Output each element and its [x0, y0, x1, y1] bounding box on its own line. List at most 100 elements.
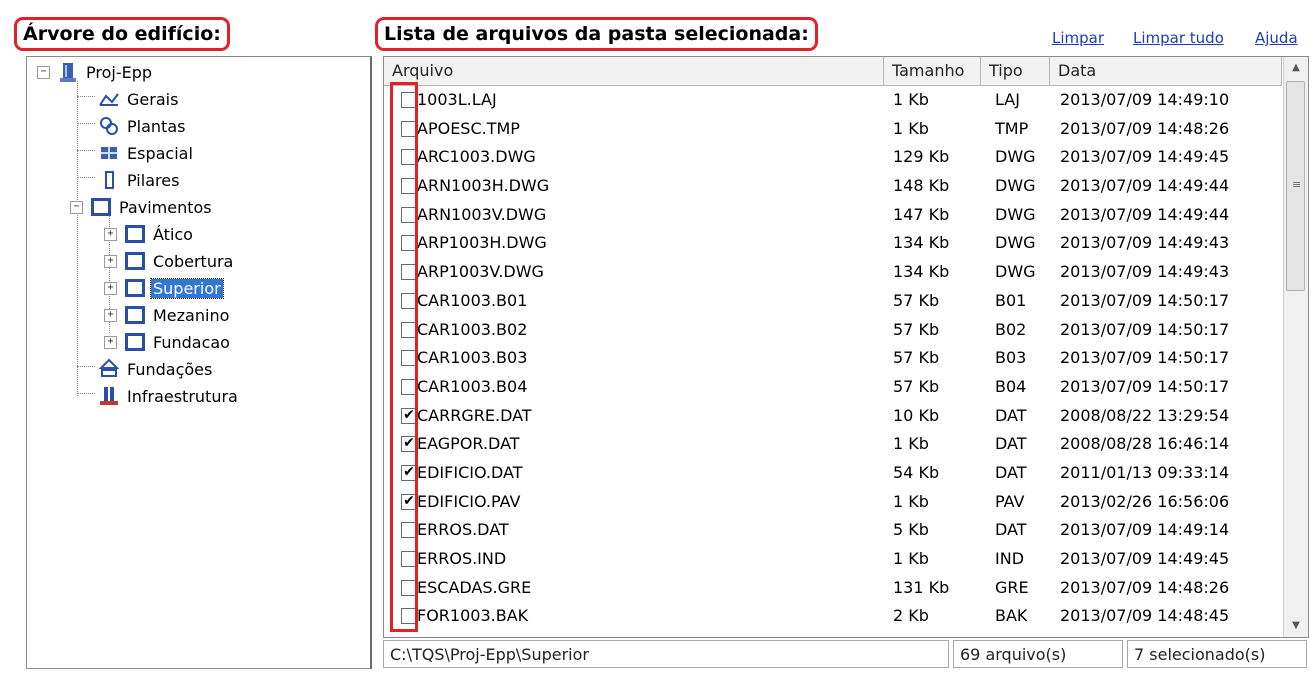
file-checkbox[interactable] — [401, 149, 417, 166]
file-list-title: Lista de arquivos da pasta selecionada: — [375, 17, 818, 51]
vertical-scrollbar[interactable]: ▲ ≡ ▼ — [1283, 57, 1308, 637]
file-checkbox[interactable] — [401, 378, 417, 395]
file-checkbox[interactable]: ✔ — [401, 436, 417, 453]
file-checkbox[interactable] — [401, 551, 417, 567]
file-checkbox[interactable]: ✔ — [401, 464, 417, 481]
tree-node-fundacao[interactable]: + Fundacao — [104, 329, 232, 355]
file-type: DWG — [995, 204, 1036, 224]
file-date: 2008/08/28 16:46:14 — [1060, 434, 1230, 454]
file-date: 2008/08/22 13:29:54 — [1060, 405, 1230, 425]
column-header-tipo[interactable]: Tipo — [981, 57, 1050, 85]
file-row[interactable]: ARP1003V.DWG 134 Kb DWG 2013/07/09 14:49:43 — [384, 258, 1282, 287]
tree-line — [77, 177, 95, 178]
column-header-arquivo[interactable]: Arquivo — [384, 57, 884, 85]
file-row[interactable]: CAR1003.B02 57 Kb B02 2013/07/09 14:50:17 — [384, 316, 1282, 345]
file-row[interactable]: 1003L.LAJ 1 Kb LAJ 2013/07/09 14:49:10 — [384, 86, 1282, 115]
file-size: 1 Kb — [893, 118, 929, 138]
file-row[interactable]: CAR1003.B04 57 Kb B04 2013/07/09 14:50:17 — [384, 373, 1282, 402]
file-checkbox[interactable] — [401, 608, 417, 625]
file-checkbox[interactable] — [401, 178, 417, 195]
collapse-toggle[interactable]: − — [70, 200, 83, 214]
file-row[interactable]: APOESC.TMP 1 Kb TMP 2013/07/09 14:48:26 — [384, 115, 1282, 144]
tree-node-fundacoes[interactable]: Fundações — [97, 356, 214, 382]
file-checkbox[interactable] — [401, 579, 417, 596]
column-header-data[interactable]: Data — [1050, 57, 1282, 85]
file-row[interactable]: ✔ EAGPOR.DAT 1 Kb DAT 2008/08/28 16:46:14 — [384, 430, 1282, 459]
file-checkbox[interactable] — [401, 264, 417, 281]
file-checkbox[interactable]: ✔ — [401, 493, 417, 510]
file-row[interactable]: ✔ EDIFICIO.DAT 54 Kb DAT 2011/01/13 09:33:14 — [384, 459, 1282, 488]
file-checkbox[interactable] — [401, 321, 417, 338]
file-checkbox[interactable] — [401, 350, 417, 367]
file-name: CARRGRE.DAT — [417, 405, 532, 425]
scrollbar-thumb[interactable]: ≡ — [1286, 81, 1305, 291]
floor-icon — [123, 250, 147, 272]
expand-toggle[interactable]: + — [104, 308, 117, 322]
tree-node-cobertura[interactable]: + Cobertura — [104, 248, 235, 274]
file-row[interactable]: ARC1003.DWG 129 Kb DWG 2013/07/09 14:49:45 — [384, 143, 1282, 172]
file-type: DWG — [995, 176, 1036, 196]
file-size: 2 Kb — [893, 606, 929, 626]
file-type: IND — [995, 549, 1025, 568]
tree-panel-title: Árvore do edifício: — [14, 17, 230, 51]
expand-toggle[interactable]: + — [104, 335, 117, 349]
file-row[interactable]: CAR1003.B01 57 Kb B01 2013/07/09 14:50:17 — [384, 287, 1282, 316]
file-row[interactable]: ✔ CARRGRE.DAT 10 Kb DAT 2008/08/22 13:29:54 — [384, 402, 1282, 431]
tree-node-mezanino[interactable]: + Mezanino — [104, 302, 231, 328]
tree-node-superior[interactable]: + Superior — [104, 275, 224, 301]
clear-link[interactable]: Limpar — [1052, 29, 1104, 47]
status-selected-count: 7 selecionado(s) — [1127, 640, 1307, 668]
tree-node-pilares[interactable]: Pilares — [97, 167, 181, 193]
file-row[interactable]: ARP1003H.DWG 134 Kb DWG 2013/07/09 14:49:43 — [384, 229, 1282, 258]
help-link[interactable]: Ajuda — [1255, 29, 1298, 47]
file-row[interactable]: ERROS.IND 1 Kb IND 2013/07/09 14:49:45 — [384, 545, 1282, 574]
file-size: 134 Kb — [893, 233, 950, 253]
tree-label: Mezanino — [153, 305, 230, 325]
floor-icon — [123, 223, 147, 245]
scroll-up-arrow-icon[interactable]: ▲ — [1284, 57, 1308, 79]
tree-node-pavimentos[interactable]: − Pavimentos — [70, 194, 214, 220]
clear-all-link[interactable]: Limpar tudo — [1133, 29, 1224, 47]
tree-label: Pavimentos — [119, 197, 212, 217]
expand-toggle[interactable]: + — [104, 227, 117, 241]
column-header-tamanho[interactable]: Tamanho — [884, 57, 981, 85]
tree-node-root[interactable]: − Proj-Epp — [37, 59, 154, 85]
file-row[interactable]: ESCADAS.GRE 131 Kb GRE 2013/07/09 14:48:26 — [384, 574, 1282, 603]
collapse-toggle[interactable]: − — [37, 65, 50, 79]
expand-toggle[interactable]: + — [104, 254, 117, 268]
file-checkbox[interactable]: ✔ — [401, 407, 417, 424]
building-icon — [56, 61, 80, 83]
file-checkbox[interactable] — [401, 92, 417, 108]
file-list-header: Arquivo Tamanho Tipo Data — [384, 57, 1282, 86]
scroll-down-arrow-icon[interactable]: ▼ — [1284, 615, 1308, 637]
expand-toggle[interactable]: + — [104, 281, 117, 295]
tree-node-infraestrutura[interactable]: Infraestrutura — [97, 383, 240, 409]
tree-line — [77, 123, 95, 124]
file-type: DWG — [995, 147, 1036, 167]
file-checkbox[interactable] — [401, 206, 417, 223]
tree-node-plantas[interactable]: Plantas — [97, 113, 187, 139]
file-name: ARC1003.DWG — [417, 147, 536, 167]
file-row[interactable]: ✔ EDIFICIO.PAV 1 Kb PAV 2013/02/26 16:56:06 — [384, 488, 1282, 517]
file-row[interactable]: ARN1003V.DWG 147 Kb DWG 2013/07/09 14:49:44 — [384, 201, 1282, 230]
building-tree[interactable]: − Proj-Epp Gerais Plantas Espacial Pilar… — [26, 56, 372, 669]
tree-node-espacial[interactable]: Espacial — [97, 140, 195, 166]
file-row[interactable]: ERROS.DAT 5 Kb DAT 2013/07/09 14:49:14 — [384, 516, 1282, 545]
foundations-icon — [97, 358, 121, 380]
file-row[interactable]: CAR1003.B03 57 Kb B03 2013/07/09 14:50:17 — [384, 344, 1282, 373]
tree-node-atico[interactable]: + Ático — [104, 221, 195, 247]
file-list[interactable]: Arquivo Tamanho Tipo Data 1003L.LAJ 1 Kb L… — [383, 56, 1309, 638]
tree-node-gerais[interactable]: Gerais — [97, 86, 180, 112]
file-checkbox[interactable] — [401, 235, 417, 252]
general-icon — [97, 88, 121, 110]
file-name: EAGPOR.DAT — [417, 434, 520, 454]
tree-label: Ático — [153, 224, 193, 244]
file-checkbox[interactable] — [401, 522, 417, 539]
tree-label: Plantas — [127, 116, 186, 136]
file-type: DAT — [995, 520, 1027, 540]
tree-label: Proj-Epp — [86, 62, 153, 82]
file-row[interactable]: FOR1003.BAK 2 Kb BAK 2013/07/09 14:48:45 — [384, 602, 1282, 631]
file-checkbox[interactable] — [401, 120, 417, 137]
file-checkbox[interactable] — [401, 292, 417, 309]
file-row[interactable]: ARN1003H.DWG 148 Kb DWG 2013/07/09 14:49:44 — [384, 172, 1282, 201]
